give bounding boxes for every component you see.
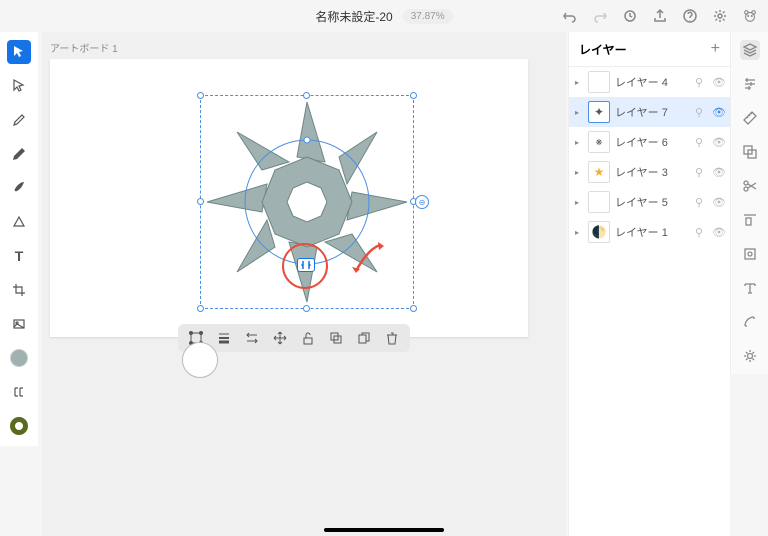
- layers-icon[interactable]: [740, 40, 760, 60]
- lock-icon[interactable]: ⚲: [695, 196, 707, 209]
- stroke-weight-icon[interactable]: [216, 330, 232, 346]
- redo-icon[interactable]: [592, 8, 608, 24]
- lock-icon[interactable]: ⚲: [695, 226, 707, 239]
- transform-icon[interactable]: [740, 244, 760, 264]
- expand-icon[interactable]: ▸: [575, 138, 583, 147]
- brush-tool[interactable]: [7, 176, 31, 200]
- fill-swatch[interactable]: [7, 346, 31, 370]
- duplicate-icon[interactable]: [356, 330, 372, 346]
- touch-indicator: [182, 342, 218, 378]
- image-tool[interactable]: [7, 312, 31, 336]
- settings-icon[interactable]: [740, 346, 760, 366]
- layer-name[interactable]: レイヤー 4: [615, 74, 690, 90]
- artboard[interactable]: ⊖: [50, 59, 528, 337]
- layer-thumb: ✦: [588, 101, 610, 123]
- expand-icon[interactable]: ▸: [575, 228, 583, 237]
- layer-name[interactable]: レイヤー 1: [615, 224, 690, 240]
- trash-icon[interactable]: [384, 330, 400, 346]
- layer-thumb: [588, 191, 610, 213]
- annotation-arrow: [350, 241, 386, 275]
- ruler-icon[interactable]: [740, 108, 760, 128]
- layer-name[interactable]: レイヤー 3: [615, 164, 690, 180]
- crop-tool[interactable]: [7, 278, 31, 302]
- layer-thumb: ❋: [588, 131, 610, 153]
- expand-icon[interactable]: ▸: [575, 108, 583, 117]
- layer-name[interactable]: レイヤー 6: [615, 134, 690, 150]
- resize-handle[interactable]: [197, 198, 204, 205]
- share-icon[interactable]: [652, 8, 668, 24]
- visibility-icon[interactable]: 👁: [712, 136, 724, 149]
- lock-icon[interactable]: ⚲: [695, 76, 707, 89]
- select-tool[interactable]: [7, 40, 31, 64]
- pencil-tool[interactable]: [7, 142, 31, 166]
- pen-tool[interactable]: [7, 108, 31, 132]
- cloud-icon[interactable]: [622, 8, 638, 24]
- lock-icon[interactable]: ⚲: [695, 166, 707, 179]
- resize-handle[interactable]: [303, 92, 310, 99]
- lock-icon[interactable]: ⚲: [695, 106, 707, 119]
- resize-handle[interactable]: [197, 92, 204, 99]
- help-icon[interactable]: [682, 8, 698, 24]
- layer-row[interactable]: ▸ 🌓 レイヤー 1 ⚲ 👁: [569, 217, 730, 247]
- layer-thumb: 🌓: [588, 221, 610, 243]
- panel-title: レイヤー: [579, 41, 627, 58]
- expand-icon[interactable]: ▸: [575, 168, 583, 177]
- unlock-icon[interactable]: [300, 330, 316, 346]
- left-toolbar: T: [0, 32, 38, 446]
- arrange-icon[interactable]: [244, 330, 260, 346]
- gear-icon[interactable]: [712, 8, 728, 24]
- resize-handle[interactable]: [410, 92, 417, 99]
- layer-thumb: ★: [588, 161, 610, 183]
- bear-icon[interactable]: [742, 8, 758, 24]
- add-layer-button[interactable]: +: [711, 40, 720, 58]
- resize-handle[interactable]: [303, 305, 310, 312]
- expand-icon[interactable]: ▸: [575, 198, 583, 207]
- visibility-icon[interactable]: 👁: [712, 166, 724, 179]
- layer-thumb: [588, 71, 610, 93]
- type-icon[interactable]: [740, 278, 760, 298]
- zoom-level[interactable]: 37.87%: [403, 9, 453, 24]
- group-icon[interactable]: [328, 330, 344, 346]
- scissors-icon[interactable]: [740, 176, 760, 196]
- layer-row[interactable]: ▸ ✦ レイヤー 7 ⚲ 👁: [569, 97, 730, 127]
- visibility-icon[interactable]: 👁: [712, 76, 724, 89]
- visibility-icon[interactable]: 👁: [712, 106, 724, 119]
- visibility-icon[interactable]: 👁: [712, 226, 724, 239]
- undo-icon[interactable]: [562, 8, 578, 24]
- shape-tool[interactable]: [7, 210, 31, 234]
- expand-icon[interactable]: ▸: [575, 78, 583, 87]
- artboard-label: アートボード 1: [50, 40, 558, 55]
- ring-swatch[interactable]: [7, 414, 31, 438]
- layer-name[interactable]: レイヤー 5: [615, 194, 690, 210]
- pathfinder-icon[interactable]: [740, 142, 760, 162]
- header: 名称未設定-20 37.87%: [0, 0, 768, 32]
- layer-name[interactable]: レイヤー 7: [615, 104, 690, 120]
- layer-row[interactable]: ▸ ★ レイヤー 3 ⚲ 👁: [569, 157, 730, 187]
- stroke-tool[interactable]: [7, 380, 31, 404]
- lock-icon[interactable]: ⚲: [695, 136, 707, 149]
- move-icon[interactable]: [272, 330, 288, 346]
- layer-row[interactable]: ▸ ❋ レイヤー 6 ⚲ 👁: [569, 127, 730, 157]
- resize-handle[interactable]: [410, 305, 417, 312]
- path-icon[interactable]: [740, 312, 760, 332]
- properties-icon[interactable]: [740, 74, 760, 94]
- home-indicator[interactable]: [324, 528, 444, 532]
- side-control-icon[interactable]: ⊖: [415, 195, 429, 209]
- layer-row[interactable]: ▸ レイヤー 4 ⚲ 👁: [569, 67, 730, 97]
- direct-select-tool[interactable]: [7, 74, 31, 98]
- document-title[interactable]: 名称未設定-20: [315, 8, 392, 25]
- drag-handle-icon[interactable]: [297, 258, 315, 272]
- canvas-area[interactable]: アートボード 1 ⊖: [42, 32, 566, 536]
- align-icon[interactable]: [740, 210, 760, 230]
- visibility-icon[interactable]: 👁: [712, 196, 724, 209]
- layers-panel: レイヤー + ▸ レイヤー 4 ⚲ 👁 ▸ ✦ レイヤー 7 ⚲ 👁 ▸ ❋ レ…: [568, 32, 730, 536]
- resize-handle[interactable]: [197, 305, 204, 312]
- text-tool[interactable]: T: [7, 244, 31, 268]
- right-toolbar: [730, 32, 768, 374]
- layer-row[interactable]: ▸ レイヤー 5 ⚲ 👁: [569, 187, 730, 217]
